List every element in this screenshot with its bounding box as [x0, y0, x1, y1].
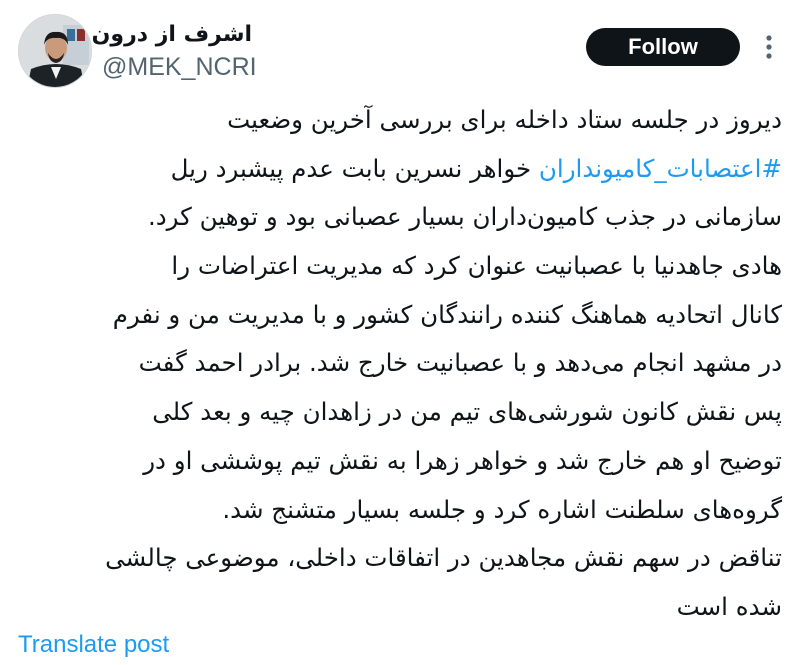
- tweet-line: پس نقش کانون شورشی‌های تیم من در زاهدان …: [12, 388, 782, 437]
- tweet-line: توضیح او هم خارج شد و خواهر زهرا به نقش …: [12, 437, 782, 486]
- tweet-line-text: در مشهد انجام می‌دهد و با عصبانیت خارج ش…: [138, 348, 782, 378]
- tweet-line: هادی جاهدنیا با عصبانیت عنوان کرد که مدی…: [12, 242, 782, 291]
- more-options-button[interactable]: [756, 30, 782, 64]
- tweet-line: تناقض در سهم نقش مجاهدین در اتفاقات داخل…: [12, 534, 782, 583]
- translate-post-link[interactable]: Translate post: [18, 630, 169, 660]
- tweet-line-text: پس نقش کانون شورشی‌های تیم من در زاهدان …: [152, 397, 782, 427]
- tweet-line-text: کانال اتحادیه هماهنگ کننده رانندگان کشور…: [112, 299, 782, 329]
- tweet-line-text: هادی جاهدنیا با عصبانیت عنوان کرد که مدی…: [171, 251, 782, 281]
- tweet-line-text: تناقض در سهم نقش مجاهدین در اتفاقات داخل…: [105, 543, 782, 573]
- tweet-line-text: دیروز در جلسه ستاد داخله برای بررسی آخری…: [227, 105, 782, 134]
- tweet-line-text: گروه‌های سلطنت اشاره کرد و جلسه بسیار مت…: [222, 494, 782, 524]
- tweet-line-text: خواهر نسرین بابت عدم پیشبرد ریل: [170, 153, 539, 183]
- follow-button[interactable]: Follow: [586, 28, 740, 66]
- tweet-line-text: توضیح او هم خارج شد و خواهر زهرا به نقش …: [143, 445, 782, 475]
- avatar-image: [19, 15, 91, 87]
- tweet-line: #اعتصابات_کامیونداران خواهر نسرین بابت ع…: [12, 145, 782, 194]
- user-handle[interactable]: @MEK_NCRI: [102, 52, 257, 82]
- tweet-line: گروه‌های سلطنت اشاره کرد و جلسه بسیار مت…: [12, 486, 782, 535]
- tweet-line: کانال اتحادیه هماهنگ کننده رانندگان کشور…: [12, 291, 782, 340]
- tweet-line: سازمانی در جذب کامیون‌داران بسیار عصبانی…: [12, 193, 782, 242]
- tweet-line-text: سازمانی در جذب کامیون‌داران بسیار عصبانی…: [147, 202, 782, 232]
- hashtag-link[interactable]: #اعتصابات_کامیونداران: [539, 154, 782, 183]
- display-name[interactable]: اشرف از درون: [92, 20, 252, 50]
- avatar[interactable]: [18, 14, 92, 88]
- tweet-line: دیروز در جلسه ستاد داخله برای بررسی آخری…: [12, 96, 782, 145]
- tweet-line-text: شده است: [676, 591, 782, 621]
- tweet-line: در مشهد انجام می‌دهد و با عصبانیت خارج ش…: [12, 339, 782, 388]
- tweet-header: اشرف از درون @MEK_NCRI Follow: [0, 0, 800, 95]
- more-vertical-icon: [766, 35, 772, 59]
- tweet-text: دیروز در جلسه ستاد داخله برای بررسی آخری…: [12, 96, 782, 621]
- tweet-line: شده است: [12, 583, 782, 632]
